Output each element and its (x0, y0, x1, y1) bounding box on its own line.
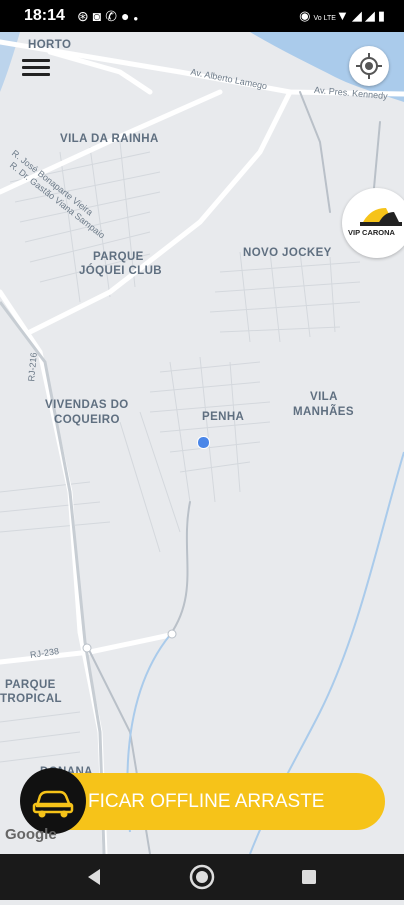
eye-icon: ◉ (299, 8, 314, 23)
navigation-bar (0, 854, 404, 900)
menu-icon-bar (22, 59, 50, 62)
slider-handle[interactable] (20, 768, 86, 834)
signal-icon: ◢ (364, 8, 378, 23)
whatsapp-icon: ✆ (105, 8, 121, 24)
google-logo: Google (5, 826, 57, 843)
slider-label: FICAR OFFLINE ARRASTE (88, 791, 325, 812)
signal-icon: ◢ (351, 8, 365, 23)
brand-label: VIP CARONA (348, 228, 395, 237)
place-label: PARQUE (5, 679, 56, 691)
wifi-icon: ▼ (335, 8, 352, 23)
dot-icon: ● (133, 14, 143, 23)
brand-logo-button[interactable]: VIP CARONA (342, 188, 404, 258)
battery-icon: ▮ (377, 8, 388, 23)
instagram-icon: ◙ (92, 8, 106, 24)
dot-icon: ● (120, 8, 134, 24)
chrome-icon: ⊛ (77, 8, 93, 24)
home-icon[interactable] (189, 864, 215, 890)
place-label: MANHÃES (293, 406, 354, 418)
current-location-marker (197, 436, 210, 449)
status-time: 18:14 (24, 7, 65, 24)
status-system-icons: ◉Vo LTE▼◢◢▮ (299, 8, 388, 24)
place-label: VIVENDAS DO (45, 399, 129, 411)
place-label: PARQUE (93, 251, 144, 263)
place-label: TROPICAL (0, 693, 62, 705)
back-icon[interactable] (88, 869, 100, 885)
status-bar: 18:14 ⊛◙✆●● ◉Vo LTE▼◢◢▮ (0, 0, 404, 32)
recents-icon[interactable] (302, 870, 316, 884)
place-label: VILA DA RAINHA (60, 133, 159, 145)
status-notification-icons: ⊛◙✆●● (77, 8, 142, 25)
place-label: COQUEIRO (54, 414, 120, 426)
menu-icon-bar (22, 73, 50, 76)
place-label: NOVO JOCKEY (243, 247, 332, 259)
menu-icon-bar (22, 66, 50, 69)
place-label: JÓQUEI CLUB (79, 265, 162, 277)
my-location-button[interactable] (349, 46, 389, 86)
place-label: VILA (310, 391, 338, 403)
volte-icon: Vo LTE (313, 15, 336, 22)
place-label: HORTO (28, 39, 72, 51)
crosshair-icon (356, 53, 382, 79)
menu-button[interactable] (22, 56, 50, 78)
car-icon (32, 790, 74, 818)
place-label: PENHA (202, 411, 245, 423)
